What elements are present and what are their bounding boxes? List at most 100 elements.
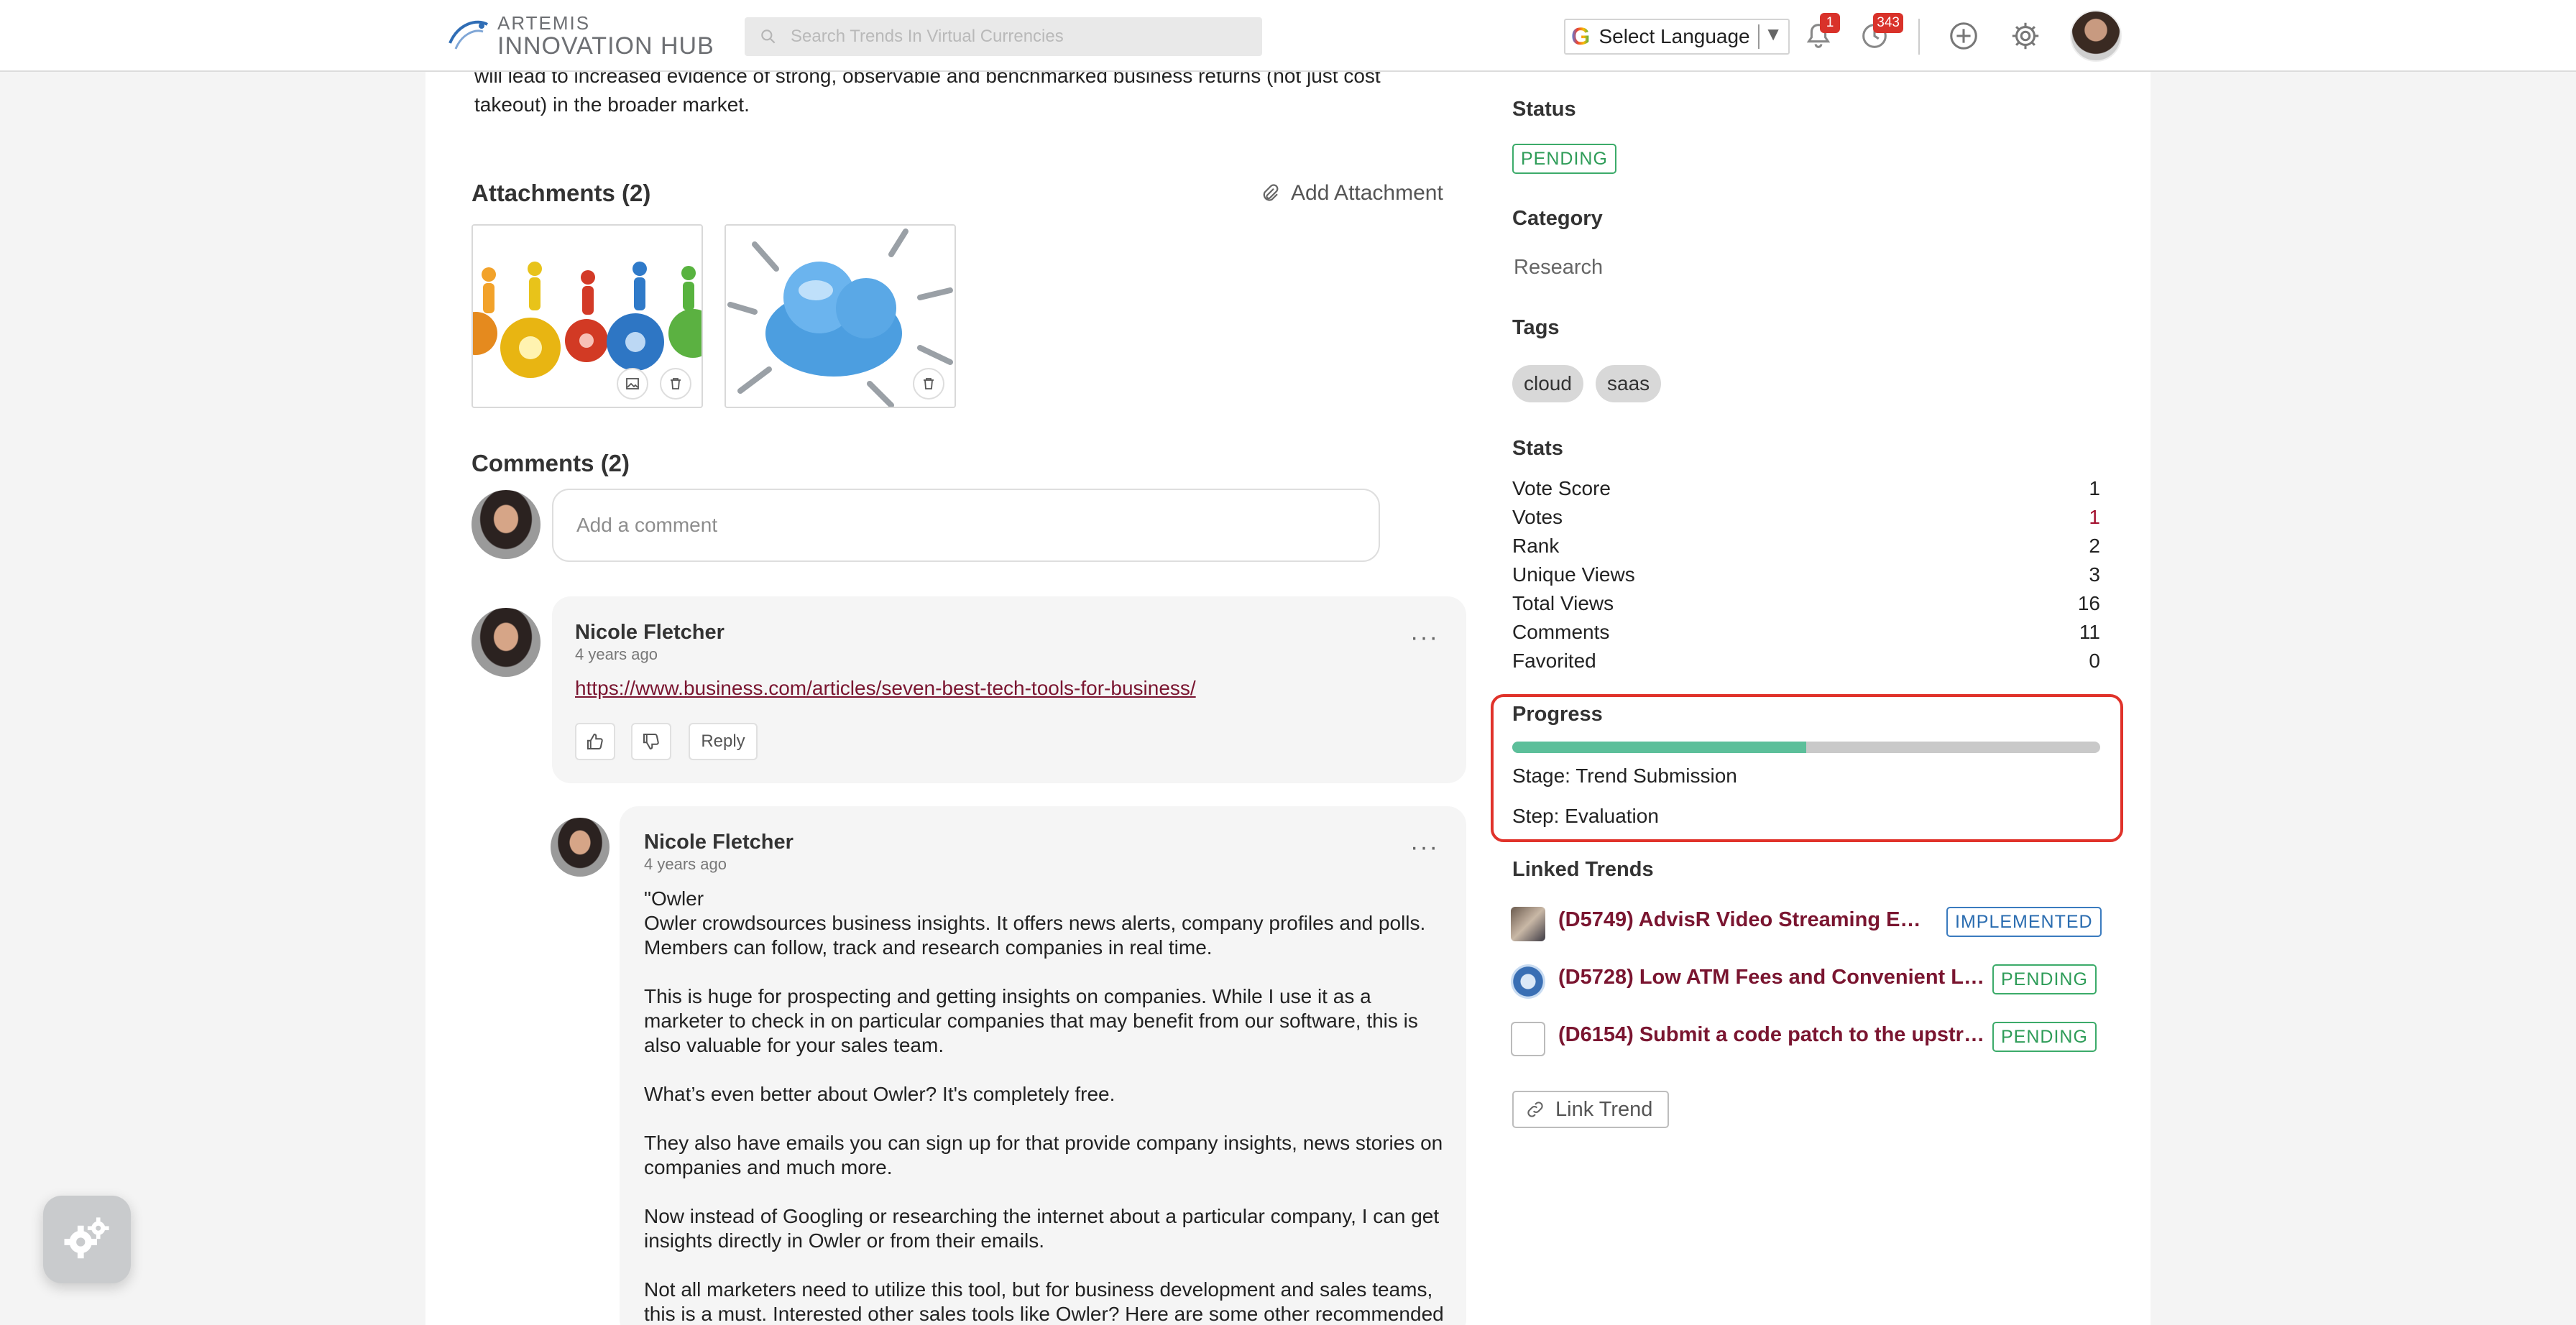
logo-bottom-text: INNOVATION HUB	[497, 32, 714, 60]
gear-icon	[2012, 22, 2039, 50]
stat-value: 2	[2089, 535, 2100, 557]
trash-icon	[671, 378, 681, 389]
stat-value: 11	[2079, 621, 2100, 643]
search-input[interactable]	[791, 27, 1236, 47]
linked-trend-thumbnail	[1511, 964, 1545, 999]
image-icon	[626, 378, 639, 389]
stat-value: 1	[2089, 477, 2100, 499]
stat-label: Comments	[1512, 621, 1610, 643]
link-trend-button[interactable]: Link Trend	[1512, 1091, 1669, 1128]
stat-row: Votes 1	[1512, 506, 2100, 535]
like-button[interactable]	[575, 723, 615, 760]
google-g-icon: G	[1571, 22, 1591, 50]
attachments-title: Attachments (2)	[472, 180, 651, 206]
search-bar[interactable]	[745, 17, 1262, 56]
notifications-button[interactable]: 1	[1795, 13, 1841, 59]
comment-author[interactable]: Nicole Fletcher	[575, 621, 724, 645]
linked-trend-title[interactable]: (D6154) Submit a code patch to the upstr…	[1558, 1023, 1990, 1047]
add-attachment-button[interactable]: Add Attachment	[1259, 181, 1443, 206]
reply-button[interactable]: Reply	[689, 723, 758, 760]
tag-chip[interactable]: saas	[1596, 365, 1662, 402]
linked-trend-title[interactable]: (D5749) AdvisR Video Streaming Engine	[1558, 908, 1925, 932]
comment-timestamp: 4 years ago	[644, 855, 727, 873]
linked-trend-status: PENDING	[1992, 1022, 2097, 1052]
attachment-thumbnail[interactable]	[472, 224, 703, 408]
stat-value: 3	[2089, 563, 2100, 586]
language-select-label: Select Language	[1598, 25, 1750, 47]
logo-swoosh-icon	[448, 20, 488, 50]
activity-badge: 343	[1873, 13, 1903, 33]
language-select-divider	[1758, 24, 1760, 49]
status-badge: PENDING	[1512, 144, 1616, 174]
comment-body: "Owler Owler crowdsources business insig…	[644, 887, 1444, 1325]
stat-label: Favorited	[1512, 650, 1596, 672]
progress-bar-fill	[1512, 742, 1806, 753]
category-label: Category	[1512, 207, 1603, 230]
stat-value: 16	[2077, 592, 2100, 614]
stat-label: Rank	[1512, 535, 1560, 557]
linked-trend-thumbnail	[1511, 1022, 1545, 1056]
gears-icon	[64, 1217, 109, 1259]
stat-row: Total Views 16	[1512, 592, 2100, 621]
attachment-thumbnail[interactable]	[724, 224, 956, 408]
progress-stage: Stage: Trend Submission	[1512, 765, 1737, 787]
comment-input[interactable]	[552, 489, 1380, 562]
view-image-button[interactable]	[617, 368, 648, 400]
dislike-button[interactable]	[631, 723, 671, 760]
commenter-avatar[interactable]	[551, 818, 610, 877]
comment-author[interactable]: Nicole Fletcher	[644, 831, 794, 854]
trash-icon	[924, 378, 934, 389]
tag-chip[interactable]: cloud	[1512, 365, 1583, 402]
stat-row: Comments 11	[1512, 621, 2100, 650]
user-avatar[interactable]	[2070, 10, 2122, 62]
search-icon	[761, 29, 776, 44]
stat-value: 0	[2089, 650, 2100, 672]
stat-label: Votes	[1512, 506, 1563, 528]
thumbs-down-icon	[643, 734, 659, 750]
linked-trend-item[interactable]: (D5749) AdvisR Video Streaming Engine IM…	[1511, 904, 2115, 943]
comment-timestamp: 4 years ago	[575, 645, 658, 663]
stat-row: Unique Views 3	[1512, 563, 2100, 592]
linked-trends-label: Linked Trends	[1512, 858, 1654, 881]
language-select[interactable]: G Select Language ▼	[1564, 19, 1790, 55]
stat-row: Vote Score 1	[1512, 477, 2100, 506]
linked-trend-title[interactable]: (D5728) Low ATM Fees and Convenient Loca…	[1558, 966, 1990, 989]
activity-button[interactable]: 343	[1852, 13, 1903, 59]
linked-trend-status: IMPLEMENTED	[1946, 907, 2102, 937]
app-logo[interactable]: ARTEMIS INNOVATION HUB	[446, 13, 714, 59]
dropdown-arrow-icon: ▼	[1764, 23, 1782, 45]
delete-attachment-button[interactable]	[913, 368, 944, 400]
stat-label: Unique Views	[1512, 563, 1635, 586]
tags-label: Tags	[1512, 316, 1560, 339]
current-user-avatar	[472, 490, 540, 559]
comment-more-button[interactable]: ···	[1410, 834, 1439, 862]
category-value: Research	[1514, 256, 1604, 279]
linked-trend-item[interactable]: (D6154) Submit a code patch to the upstr…	[1511, 1019, 2115, 1058]
top-header: ARTEMIS INNOVATION HUB G Select Language…	[0, 0, 2576, 72]
delete-attachment-button[interactable]	[660, 368, 691, 400]
thumbs-up-icon	[587, 733, 603, 749]
comment-more-button[interactable]: ···	[1410, 624, 1439, 652]
stat-label: Vote Score	[1512, 477, 1611, 499]
create-button[interactable]	[1941, 13, 1987, 59]
stat-label: Total Views	[1512, 592, 1614, 614]
stat-row: Favorited 0	[1512, 650, 2100, 678]
notifications-badge: 1	[1820, 13, 1840, 33]
header-divider	[1918, 19, 1920, 55]
floating-settings-button[interactable]	[43, 1196, 131, 1283]
commenter-avatar[interactable]	[472, 608, 540, 677]
stat-value[interactable]: 1	[2089, 506, 2100, 529]
settings-button[interactable]	[2002, 13, 2048, 59]
plus-circle-icon	[1950, 22, 1977, 50]
stat-row: Rank 2	[1512, 535, 2100, 563]
status-label: Status	[1512, 98, 1576, 121]
progress-bar	[1512, 742, 2100, 753]
linked-trend-item[interactable]: (D5728) Low ATM Fees and Convenient Loca…	[1511, 961, 2115, 1000]
comments-title: Comments (2)	[472, 450, 630, 476]
paperclip-icon	[1263, 184, 1279, 201]
progress-step: Step: Evaluation	[1512, 805, 1659, 827]
add-attachment-label: Add Attachment	[1291, 181, 1443, 205]
comment-link[interactable]: https://www.business.com/articles/seven-…	[575, 677, 1196, 700]
logo-top-text: ARTEMIS	[497, 12, 591, 34]
link-trend-label: Link Trend	[1555, 1097, 1653, 1121]
